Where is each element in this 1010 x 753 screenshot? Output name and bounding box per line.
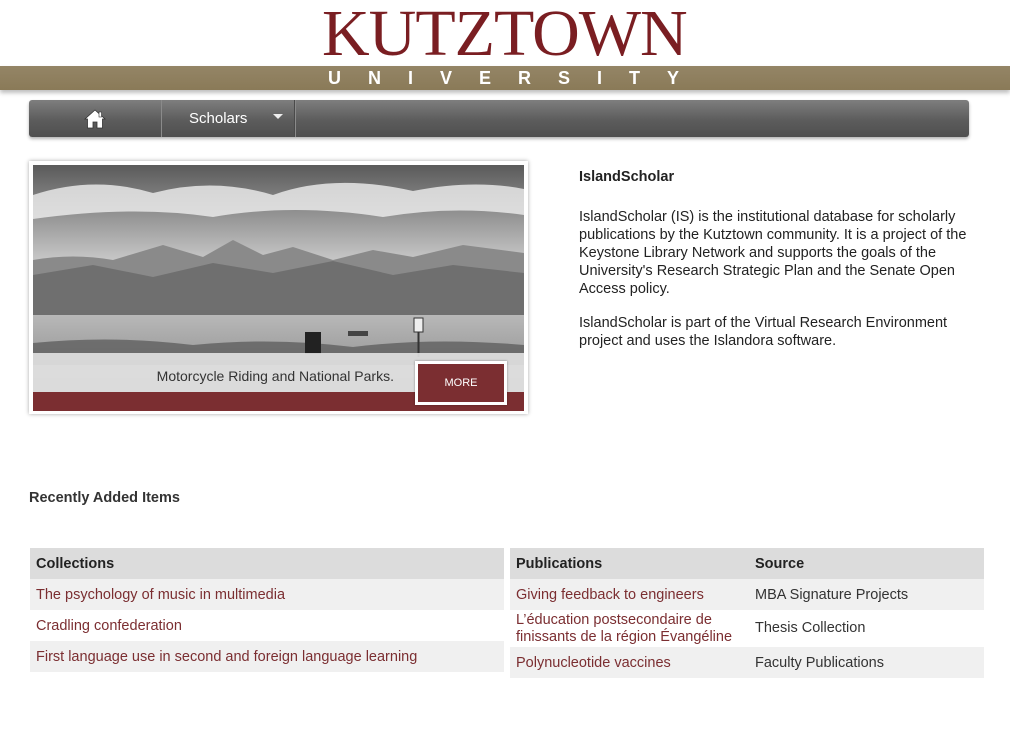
recently-added-title: Recently Added Items <box>29 490 180 506</box>
publication-link[interactable]: Polynucleotide vaccines <box>516 655 671 671</box>
nav-scholars-menu[interactable]: Scholars <box>162 100 295 137</box>
publication-link[interactable]: L’éducation postsecondaire de finissants… <box>516 612 732 645</box>
collection-link[interactable]: First language use in second and foreign… <box>36 649 417 665</box>
main-navigation: Scholars <box>29 100 969 137</box>
collection-link[interactable]: Cradling confederation <box>36 618 182 634</box>
home-icon <box>84 108 106 128</box>
chevron-down-icon <box>273 114 283 119</box>
nav-home-button[interactable] <box>29 100 162 137</box>
source-header: Source <box>749 548 984 579</box>
publication-source: Thesis Collection <box>749 610 984 647</box>
table-row: L’éducation postsecondaire de finissants… <box>510 610 984 647</box>
collections-table: Collections The psychology of music in m… <box>30 548 504 672</box>
publication-source: MBA Signature Projects <box>749 579 984 610</box>
table-row: First language use in second and foreign… <box>30 641 504 672</box>
table-row: Polynucleotide vaccines Faculty Publicat… <box>510 647 984 678</box>
publications-table: Publications Source Giving feedback to e… <box>510 548 984 678</box>
table-row: Giving feedback to engineers MBA Signatu… <box>510 579 984 610</box>
intro-paragraph-1: IslandScholar (IS) is the institutional … <box>579 209 967 297</box>
publication-source: Faculty Publications <box>749 647 984 678</box>
collection-link[interactable]: The psychology of music in multimedia <box>36 587 285 603</box>
intro-paragraph-2: IslandScholar is part of the Virtual Res… <box>579 315 948 349</box>
university-logo[interactable]: KUTZTOWN <box>322 0 688 70</box>
table-row: The psychology of music in multimedia <box>30 579 504 610</box>
nav-divider <box>295 100 296 137</box>
publications-header: Publications <box>510 548 749 579</box>
publication-link[interactable]: Giving feedback to engineers <box>516 587 704 603</box>
intro-section: IslandScholar IslandScholar (IS) is the … <box>579 168 979 366</box>
more-button[interactable]: MORE <box>415 361 507 405</box>
slide-caption: Motorcycle Riding and National Parks. <box>156 368 394 384</box>
featured-slideshow: Motorcycle Riding and National Parks. MO… <box>29 161 528 414</box>
nav-scholars-label: Scholars <box>189 110 248 127</box>
table-row: Cradling confederation <box>30 610 504 641</box>
collections-header: Collections <box>30 548 504 579</box>
university-logo-subtitle: UNIVERSITY <box>328 68 707 88</box>
intro-title: IslandScholar <box>579 169 675 185</box>
